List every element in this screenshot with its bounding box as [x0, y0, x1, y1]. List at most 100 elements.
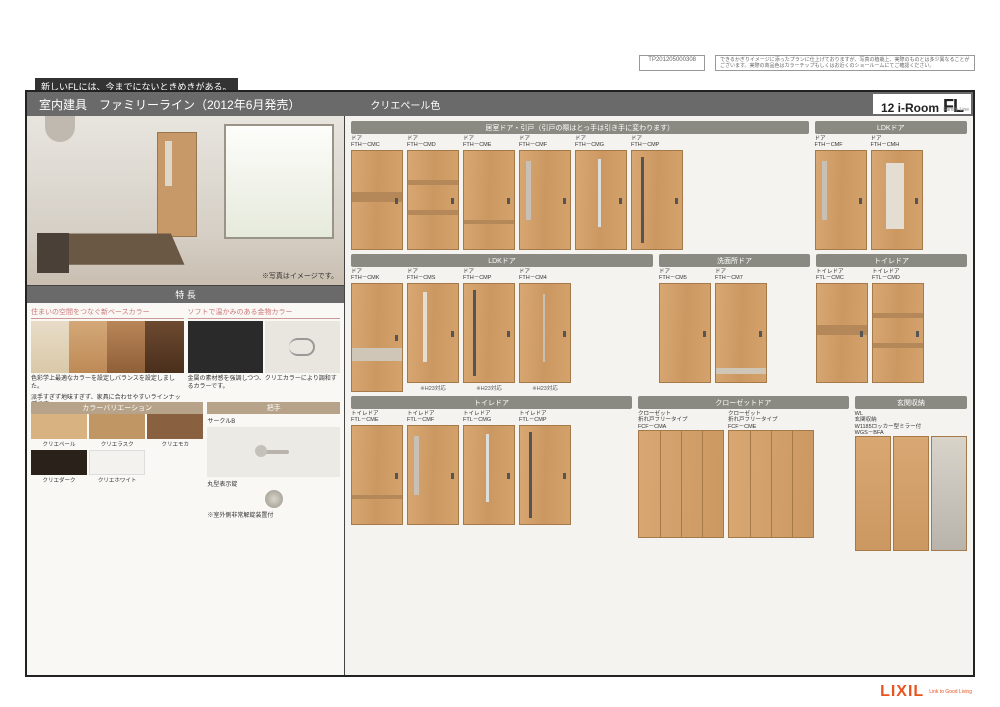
handle-column: 把手 サークルB 丸型表示錠 ※室外側非常解錠装置付 [207, 402, 340, 519]
brand-badge: 12 i-Room FL Family Line [873, 94, 971, 114]
door-image [659, 283, 711, 383]
door-label: ドアFTH－CM7 [715, 269, 767, 283]
handle-icon [563, 473, 566, 479]
door-icon [157, 132, 197, 237]
door-image [816, 283, 868, 383]
chip-label: クリエダーク [31, 475, 87, 484]
door-label: ドアFTH－CMC [351, 136, 403, 150]
chip-label: クリエラスク [89, 439, 145, 448]
handle-icon [675, 198, 678, 204]
lever-photo-icon [265, 321, 340, 373]
right-column: 居室ドア・引戸（引戸の際はとっ手は引き手に変わります） ドアFTH－CMC ドアF… [345, 116, 973, 675]
section-header: クローゼットドア [638, 396, 849, 409]
door-item: ドアFTH－CME [463, 136, 515, 250]
door-label: トイレドアFTL－CMF [407, 411, 459, 425]
swatch-icon [145, 321, 183, 373]
door-item: トイレドアFTL－CMG [463, 411, 515, 525]
door-label: トイレドアFTL－CME [351, 411, 403, 425]
feature-text: 金属の素材感を強調しつつ、クリエカラーにより調和するカラーです。 [188, 376, 341, 392]
door-label: トイレドアFTL－CMG [463, 411, 515, 425]
swatch-strip [31, 321, 184, 373]
colorvar-header: カラーバリエーション [31, 402, 203, 414]
handle-icon [395, 198, 398, 204]
color-chip: クリエラスク [89, 414, 145, 448]
door-item: ドアFTH－CMG [575, 136, 627, 250]
closet-image [728, 430, 814, 538]
door-note: ※H23対応 [519, 384, 571, 392]
handle-note: ※室外側非常解錠装置付 [207, 510, 340, 519]
handle-icon [916, 331, 919, 337]
handle-icon [395, 335, 398, 341]
lever-icon [289, 338, 315, 356]
feature-title: 住まいの空間をつなぐ新ベースカラー [31, 307, 184, 319]
color-chip: クリエダーク [31, 450, 87, 484]
window-icon [224, 124, 334, 239]
handle-icon [860, 331, 863, 337]
door-item: ドアFTH－CMH [871, 136, 923, 250]
door-image [575, 150, 627, 250]
door-label: ドアFTH－CMP [463, 269, 515, 283]
handle-header: 把手 [207, 402, 340, 414]
section-toilet2: トイレドア トイレドアFTL－CME トイレドアFTL－CMF トイレドアFTL－C… [351, 396, 632, 670]
door-image [715, 283, 767, 383]
color-variation: カラーバリエーション クリエペールクリエラスククリエモカクリエダーククリエホワイ… [31, 402, 203, 519]
door-label: ドアFTH－CME [463, 136, 515, 150]
handle-icon [859, 198, 862, 204]
chip-icon [147, 414, 203, 439]
features-header: 特 長 [27, 286, 344, 303]
door-item: トイレドアFTL－CMF [407, 411, 459, 525]
main-frame: 室内建具 ファミリーライン（2012年6月発売） クリエペール色 12 i-Ro… [25, 90, 975, 677]
door-image [351, 150, 403, 250]
lamp-icon [45, 116, 75, 142]
door-item: トイレドアFTL－CMC [816, 269, 868, 383]
door-item: ドアFTH－CMF [815, 136, 867, 250]
door-item: トイレドアFTL－CME [351, 411, 403, 525]
handle-icon [703, 331, 706, 337]
section-genkan: 玄関収納 WL 玄関収納 W1185ロッカー型ミラー付WGS－BFA [855, 396, 967, 670]
handle-icon [451, 473, 454, 479]
feature-title: ソフトで温かみのある金物カラー [188, 307, 341, 319]
door-image [631, 150, 683, 250]
section-ldk2: LDKドア ドアFTH－CMKドアFTH－CMS※H23対応ドアFTH－CMP※… [351, 254, 653, 392]
door-label: ドアFTH－CMG [575, 136, 627, 150]
section-header: トイレドア [351, 396, 632, 409]
header-bar: 室内建具 ファミリーライン（2012年6月発売） クリエペール色 12 i-Ro… [27, 92, 973, 116]
door-item: ドアFTH－CM5 [659, 269, 711, 383]
doc-notice: できるかぎりイメージに添ったプランに仕上げておりますが、写真の植栽上、実際のもの… [715, 55, 975, 71]
door-label: ドアFTH－CM5 [659, 269, 711, 283]
door-image [407, 425, 459, 525]
door-image [463, 425, 515, 525]
section-toilet1: トイレドア トイレドアFTL－CMCトイレドアFTL－CMD [816, 254, 967, 392]
feature-text: 色彩学上最適なカラーを設定しバランスを設定しました。 [31, 376, 184, 392]
closet-image [638, 430, 724, 538]
features-panel: 住まいの空間をつなぐ新ベースカラー 色彩学上最適なカラーを設定しバランスを設定し… [27, 303, 344, 675]
handle-icon [915, 198, 918, 204]
section-living: 居室ドア・引戸（引戸の際はとっ手は引き手に変わります） ドアFTH－CMC ドアF… [351, 121, 809, 250]
chip-label: クリエモカ [147, 439, 203, 448]
doc-code: TP201205000308 [639, 55, 705, 71]
chip-icon [31, 414, 87, 439]
chip-label: クリエホワイト [89, 475, 145, 484]
handle-icon [759, 331, 762, 337]
door-item: ドアFTH－CMP ※H23対応 [463, 269, 515, 392]
closet-item: クローゼット 折れ戸フリータイプ FCF－CMA [638, 411, 724, 538]
door-image [519, 150, 571, 250]
handle-icon [563, 198, 566, 204]
door-label: トイレドアFTL－CMC [816, 269, 868, 283]
section-header: トイレドア [816, 254, 967, 267]
section-header: 洗面所ドア [659, 254, 810, 267]
metal-image [188, 321, 341, 373]
page-title: 室内建具 ファミリーライン（2012年6月発売） [27, 96, 300, 113]
hero-caption: ※写真はイメージです。 [262, 271, 338, 281]
handle-photo-icon [188, 321, 263, 373]
door-item: ドアFTH－CM4※H23対応 [519, 269, 571, 392]
door-image [519, 425, 571, 525]
door-image [463, 150, 515, 250]
door-note: ※H23対応 [463, 384, 515, 392]
genkan-unit [855, 436, 967, 551]
swatch-icon [107, 321, 145, 373]
swatch-icon [69, 321, 107, 373]
door-image [407, 283, 459, 383]
section-header: 玄関収納 [855, 396, 967, 409]
section-header: 居室ドア・引戸（引戸の際はとっ手は引き手に変わります） [351, 121, 809, 134]
